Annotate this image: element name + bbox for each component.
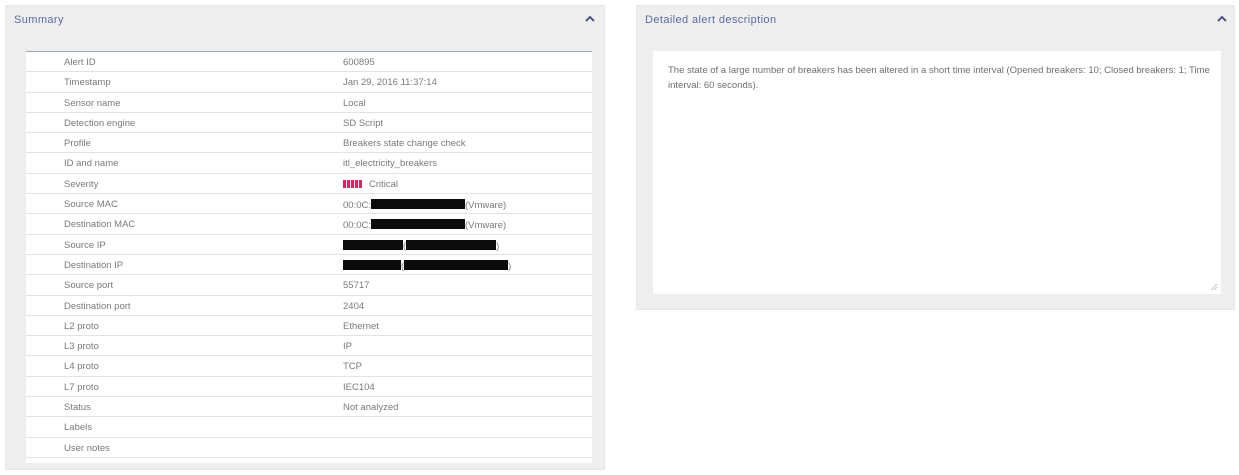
redaction-block [343, 239, 403, 250]
row-label: Source port [64, 280, 114, 292]
table-row: Destination port 2404 [26, 296, 592, 316]
row-label: User notes [64, 442, 110, 454]
mac-prefix: 00:0C: [343, 200, 371, 212]
table-row: Timestamp Jan 29, 2016 11:37:14 [26, 72, 592, 93]
chevron-up-icon[interactable] [583, 13, 597, 25]
mac-vendor: (Vmware) [465, 200, 507, 212]
row-value: 55717 [343, 280, 370, 292]
table-row: Source MAC 00:0C: (Vmware) [26, 194, 592, 215]
table-row: Destination IP () [26, 255, 592, 276]
row-label: Labels [64, 422, 92, 434]
redaction-block [371, 219, 465, 230]
row-label: L2 proto [64, 320, 99, 332]
table-row: Status Not analyzed [26, 397, 592, 418]
summary-table: Alert ID 600895 Timestamp Jan 29, 2016 1… [26, 51, 592, 463]
row-label: Source IP [64, 239, 106, 251]
row-label: ID and name [64, 158, 119, 170]
detail-textarea[interactable]: The state of a large number of breakers … [653, 51, 1221, 294]
table-row[interactable]: Labels [26, 417, 592, 438]
row-label: Destination MAC [64, 219, 136, 231]
row-value: Jan 29, 2016 11:37:14 [343, 77, 437, 89]
alert-description: The state of a large number of breakers … [668, 65, 1210, 91]
ip-close-paren: ) [508, 260, 512, 272]
row-label: Severity [64, 178, 99, 190]
row-label: Detection engine [64, 117, 136, 129]
redaction-block [404, 259, 509, 270]
severity-text: Critical [369, 178, 399, 190]
row-label: Timestamp [64, 77, 111, 89]
row-value: Critical [343, 179, 588, 191]
mac-vendor: (Vmware) [465, 220, 507, 232]
row-label: Alert ID [64, 57, 96, 68]
table-row: Severity Critical [26, 174, 592, 195]
detail-panel: Detailed alert description The state of … [636, 5, 1235, 310]
table-row: L3 proto IP [26, 336, 592, 357]
row-value: itl_electricity_breakers [343, 158, 437, 170]
row-value: 2404 [343, 300, 365, 312]
row-value: IEC104 [343, 381, 375, 393]
row-label: Destination IP [64, 259, 124, 271]
detail-header[interactable]: Detailed alert description [637, 6, 1234, 34]
summary-title: Summary [14, 14, 64, 26]
table-row: Detection engine SD Script [26, 113, 592, 134]
row-label: L4 proto [64, 361, 99, 373]
table-row: Sensor name Local [26, 93, 592, 113]
row-value: () [343, 259, 588, 272]
row-label: Status [64, 402, 91, 414]
table-row: L7 proto IEC104 [26, 377, 592, 398]
mac-prefix: 00:0C: [343, 220, 371, 232]
severity-bar [351, 179, 354, 188]
redaction-block [371, 199, 465, 210]
row-value: 00:0C: (Vmware) [343, 219, 588, 231]
row-label: Destination port [64, 300, 131, 312]
redaction-block [406, 239, 497, 250]
row-value: 00:0C: (Vmware) [343, 199, 588, 211]
row-value: Local [343, 97, 366, 109]
ip-close-paren: ) [496, 240, 500, 252]
row-value: Not analyzed [343, 402, 399, 414]
severity-bar [355, 179, 358, 188]
row-value: IP [343, 341, 352, 353]
detail-title: Detailed alert description [645, 14, 777, 26]
table-row: L4 proto TCP [26, 356, 592, 377]
row-label: L3 proto [64, 341, 99, 353]
row-label: L7 proto [64, 381, 99, 393]
row-label: Source MAC [64, 199, 118, 211]
severity-bar [343, 179, 346, 188]
row-value: TCP [343, 361, 362, 373]
table-row: Alert ID 600895 [26, 52, 592, 73]
severity-bar [359, 179, 362, 188]
row-value: SD Script [343, 117, 384, 129]
resize-handle-icon[interactable] [1210, 283, 1218, 291]
table-row: Source port 55717 [26, 275, 592, 296]
chevron-up-icon[interactable] [1215, 13, 1229, 25]
table-row: ID and name itl_electricity_breakers [26, 153, 592, 174]
severity-bar [347, 179, 350, 188]
redaction-block [343, 259, 401, 270]
table-row: L2 proto Ethernet [26, 316, 592, 337]
table-row[interactable]: User notes [26, 438, 592, 458]
row-value: 600895 [343, 57, 375, 68]
table-row: Source IP () [26, 235, 592, 255]
summary-panel: Summary Alert ID 600895 Timestamp Jan 29… [5, 5, 605, 470]
table-row: Profile Breakers state change check [26, 133, 592, 154]
summary-header[interactable]: Summary [6, 6, 604, 34]
table-row: Destination MAC 00:0C: (Vmware) [26, 214, 592, 235]
row-label: Sensor name [64, 97, 121, 109]
row-value: () [343, 239, 588, 252]
severity-bars [343, 179, 363, 191]
row-label: Profile [64, 138, 91, 150]
row-value: Breakers state change check [343, 138, 466, 150]
row-value: Ethernet [343, 320, 379, 332]
